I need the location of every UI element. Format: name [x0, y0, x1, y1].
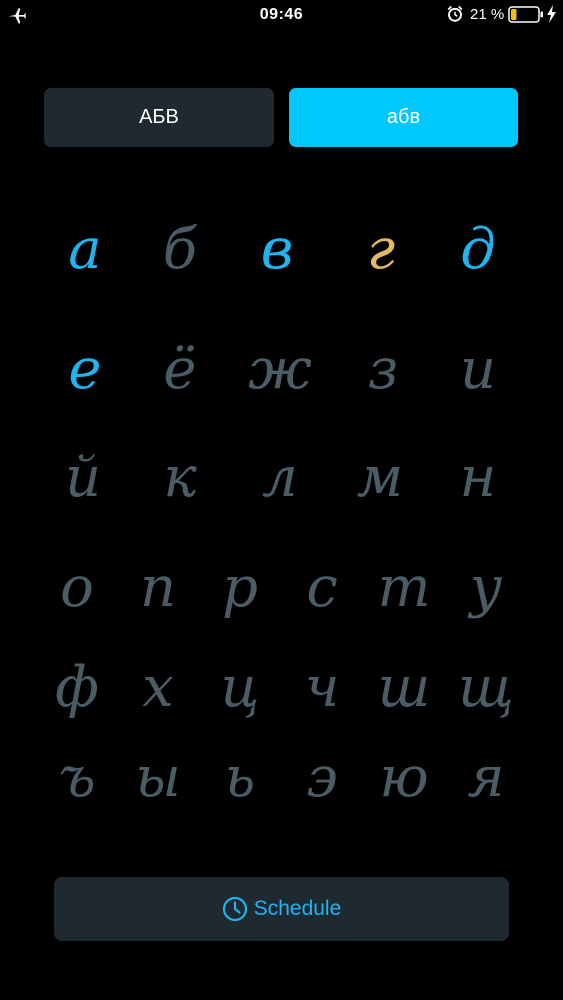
letter-tile[interactable]: щ [446, 648, 526, 728]
clock-icon [222, 896, 247, 922]
letter-tile[interactable]: п [118, 548, 198, 628]
letter-tile[interactable]: ф [37, 648, 117, 728]
letter-tile[interactable]: и [438, 330, 518, 410]
letter-tile[interactable]: у [446, 548, 526, 628]
letter-tile[interactable]: ю [364, 738, 444, 818]
letter-tile[interactable]: д [438, 210, 518, 290]
letter-tile[interactable]: ц [200, 648, 280, 728]
letter-tile[interactable]: м [340, 438, 420, 518]
letter-tile[interactable]: к [140, 438, 220, 518]
letter-tile[interactable]: в [237, 210, 317, 290]
letter-tile[interactable]: ж [240, 330, 320, 410]
schedule-button[interactable]: Schedule [54, 877, 509, 941]
letter-tile[interactable]: ч [282, 648, 362, 728]
letter-tile[interactable]: н [438, 438, 518, 518]
letter-tile[interactable]: я [446, 738, 526, 818]
letter-tile[interactable]: ъ [37, 738, 117, 818]
letter-tile[interactable]: б [140, 210, 220, 290]
letter-tile[interactable]: ш [364, 648, 444, 728]
letter-tile[interactable]: й [43, 438, 123, 518]
letter-tile[interactable]: т [364, 548, 444, 628]
letter-tile[interactable]: х [118, 648, 198, 728]
letter-tile[interactable]: е [45, 330, 125, 410]
letter-grid: абвгд еёжзи йклмн опрсту фхцчшщ ъыьэюя [0, 0, 563, 1000]
letter-tile[interactable]: ы [118, 738, 198, 818]
letter-tile[interactable]: э [282, 738, 362, 818]
letter-tile[interactable]: а [45, 210, 125, 290]
app-screen: 09:46 21 % АБВ абв абвгдеёжзийклмнопрсту… [0, 0, 563, 1000]
letter-tile[interactable]: з [343, 330, 423, 410]
letter-tile[interactable]: ь [200, 738, 280, 818]
letter-tile[interactable]: р [200, 548, 280, 628]
schedule-button-label: Schedule [253, 897, 342, 920]
letter-tile[interactable]: о [37, 548, 117, 628]
letter-tile[interactable]: л [240, 438, 320, 518]
letter-tile[interactable]: ё [140, 330, 220, 410]
letter-tile[interactable]: с [282, 548, 362, 628]
letter-tile[interactable]: г [341, 210, 421, 290]
